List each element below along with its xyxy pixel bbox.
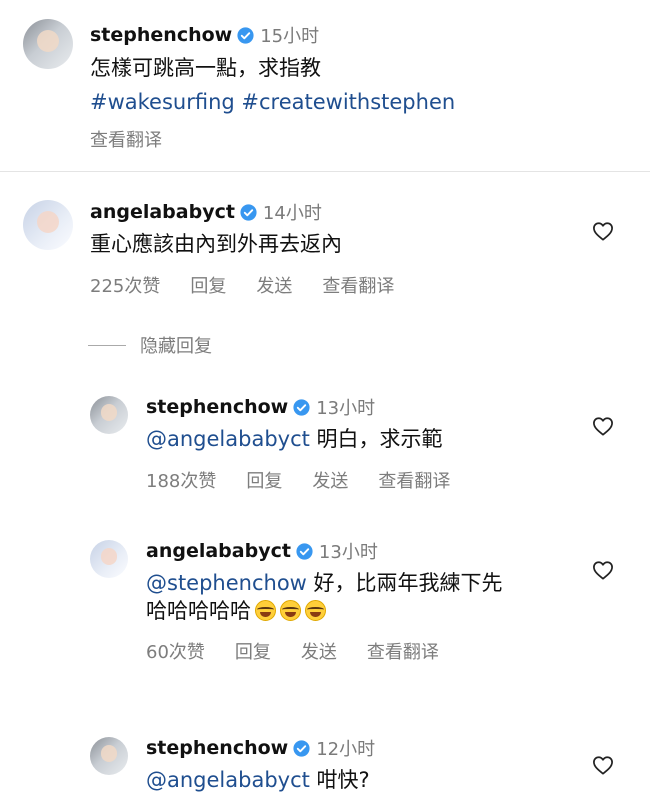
face-with-tears-of-joy-icon [305, 600, 326, 621]
reply-button[interactable]: 回复 [235, 638, 271, 664]
reply-body: 明白，求示範 [309, 427, 443, 451]
heart-icon[interactable] [592, 416, 614, 436]
verified-badge-icon [296, 542, 313, 560]
send-button[interactable]: 发送 [256, 272, 292, 298]
mention-link[interactable]: @angelababyct [146, 427, 310, 451]
verified-badge-icon [237, 26, 254, 44]
timestamp: 12小时 [316, 739, 376, 760]
mention-link[interactable]: @stephenchow [146, 571, 307, 595]
username[interactable]: angelababyct [146, 540, 291, 562]
reply-body: 好，比兩年我練下先 [306, 571, 503, 595]
reply-text-line2: 哈哈哈哈哈 [146, 596, 326, 626]
comment-text: 重心應該由內到外再去返內 [90, 232, 342, 256]
translate-link[interactable]: 查看翻译 [378, 467, 450, 493]
username[interactable]: stephenchow [146, 396, 288, 418]
username[interactable]: angelababyct [90, 201, 235, 223]
avatar[interactable] [23, 19, 73, 69]
avatar[interactable] [90, 540, 128, 578]
face-with-tears-of-joy-icon [280, 600, 301, 621]
verified-badge-icon [240, 203, 257, 221]
translate-link[interactable]: 查看翻译 [367, 638, 439, 664]
avatar[interactable] [23, 200, 73, 250]
like-count[interactable]: 188次赞 [146, 467, 216, 493]
heart-icon[interactable] [592, 560, 614, 580]
reply-body-laugh: 哈哈哈哈哈 [146, 599, 251, 623]
timestamp: 13小时 [316, 398, 376, 419]
send-button[interactable]: 发送 [312, 467, 348, 493]
reply-body: 咁快? [309, 768, 370, 792]
avatar[interactable] [90, 396, 128, 434]
reply-button[interactable]: 回复 [190, 272, 226, 298]
reply-text: @stephenchow 好，比兩年我練下先 [146, 568, 503, 598]
like-count[interactable]: 60次赞 [146, 638, 205, 664]
heart-icon[interactable] [592, 755, 614, 775]
timestamp: 13小时 [318, 542, 378, 563]
reply-text: @angelababyct 明白，求示範 [146, 424, 443, 454]
verified-badge-icon [293, 398, 310, 416]
hide-replies-line [88, 345, 126, 346]
reply-text: @angelababyct 咁快? [146, 765, 370, 795]
heart-icon[interactable] [592, 221, 614, 241]
username[interactable]: stephenchow [90, 24, 232, 46]
hashtags[interactable]: #wakesurfing #createwithstephen [90, 87, 455, 117]
caption-text: 怎樣可跳高一點，求指教 [90, 56, 321, 80]
mention-link[interactable]: @angelababyct [146, 768, 310, 792]
verified-badge-icon [293, 739, 310, 757]
timestamp: 14小时 [262, 203, 322, 224]
translate-link[interactable]: 查看翻译 [90, 126, 162, 152]
timestamp: 15小时 [260, 26, 320, 47]
face-with-tears-of-joy-icon [255, 600, 276, 621]
reply-button[interactable]: 回复 [246, 467, 282, 493]
translate-link[interactable]: 查看翻译 [322, 272, 394, 298]
like-count[interactable]: 225次赞 [90, 272, 160, 298]
avatar[interactable] [90, 737, 128, 775]
send-button[interactable]: 发送 [301, 638, 337, 664]
username[interactable]: stephenchow [146, 737, 288, 759]
divider [0, 171, 650, 172]
hide-replies-button[interactable]: 隐藏回复 [140, 332, 212, 358]
